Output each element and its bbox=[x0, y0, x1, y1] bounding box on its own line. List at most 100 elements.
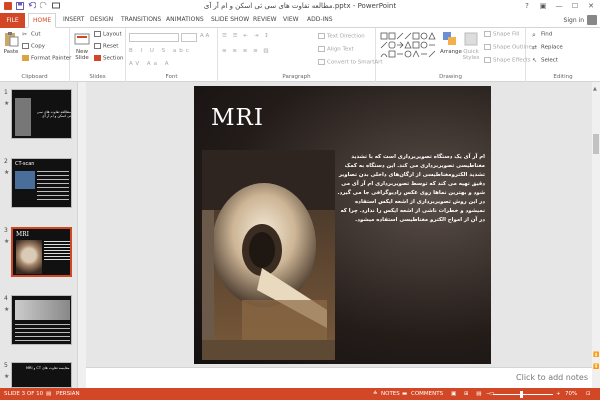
replace-icon: ⇄ bbox=[532, 44, 538, 51]
quick-styles-button[interactable]: Quick Styles bbox=[461, 31, 481, 61]
section-button[interactable]: Section bbox=[94, 55, 123, 62]
search-icon: ⌕ bbox=[532, 31, 536, 39]
cursor-icon: ↖ bbox=[532, 57, 538, 64]
font-style-buttons[interactable]: B I U S abc bbox=[129, 48, 192, 54]
title-bar: مطالعه تفاوت های سی تی اسکن و ام آر آی.p… bbox=[0, 0, 600, 13]
shapes-gallery[interactable] bbox=[380, 32, 438, 66]
language-indicator[interactable]: PERSIAN bbox=[56, 391, 80, 397]
notes-pane[interactable]: Click to add notes bbox=[86, 367, 592, 388]
thumb-number: 2 bbox=[4, 158, 8, 165]
tab-view[interactable]: VIEW bbox=[283, 16, 299, 23]
paragraph-group: ☰ ☰ ⇤ ⇥ ↕ ≡ ≡ ≡ ≡ ▥ Text Direction Align… bbox=[218, 28, 383, 82]
editing-group: ⌕ Find ⇄ Replace ↖ Select Editing bbox=[526, 28, 600, 82]
thumbnail-scrollbar[interactable] bbox=[78, 82, 86, 388]
thumb-title: MRI bbox=[16, 231, 30, 238]
animation-star-icon: ★ bbox=[4, 306, 10, 313]
notes-button-icon[interactable]: ≙ bbox=[373, 391, 378, 397]
zoom-slider-thumb[interactable] bbox=[520, 391, 523, 398]
animation-star-icon: ★ bbox=[4, 169, 10, 176]
tab-design[interactable]: DESIGN bbox=[90, 16, 113, 23]
new-slide-button[interactable]: New Slide bbox=[72, 31, 92, 61]
align-buttons[interactable]: ≡ ≡ ≡ ≡ ▥ bbox=[222, 48, 271, 54]
tab-transitions[interactable]: TRANSITIONS bbox=[121, 16, 161, 23]
notes-button[interactable]: NOTES bbox=[381, 391, 400, 397]
next-slide-icon[interactable]: ⏬ bbox=[593, 364, 599, 370]
language-indicator-icon[interactable]: ▤ bbox=[46, 391, 51, 397]
avatar[interactable] bbox=[587, 15, 597, 25]
shape-outline-button[interactable]: Shape Outline bbox=[484, 44, 532, 51]
reset-button[interactable]: Reset bbox=[94, 43, 118, 50]
slide-thumbnail-5[interactable]: مقایسه تفاوت های CT و MRI bbox=[11, 362, 72, 388]
comments-button-icon[interactable]: ▬ bbox=[402, 391, 407, 397]
new-slide-icon bbox=[74, 33, 90, 45]
slide-thumbnail-4[interactable] bbox=[11, 295, 72, 345]
scissors-icon: ✂ bbox=[22, 31, 28, 38]
font-color-buttons[interactable]: AV Aa A bbox=[129, 61, 172, 67]
slides-group-label: Slides bbox=[89, 74, 106, 80]
sign-in-link[interactable]: Sign in bbox=[564, 17, 584, 24]
slide-thumbnail-3[interactable]: MRI bbox=[11, 227, 72, 277]
convert-smartart-button[interactable]: Convert to SmartArt bbox=[318, 59, 383, 66]
select-button[interactable]: ↖ Select bbox=[532, 57, 558, 64]
thumb-text-lines bbox=[15, 324, 70, 342]
thumb-image bbox=[15, 171, 35, 189]
reset-icon bbox=[94, 43, 101, 49]
zoom-in-icon[interactable]: + bbox=[556, 391, 561, 397]
help-icon[interactable]: ? bbox=[520, 0, 534, 12]
previous-slide-icon[interactable]: ⏫ bbox=[593, 352, 599, 358]
tab-file[interactable]: FILE bbox=[0, 13, 25, 28]
window-controls: ? ▣ — ☐ ✕ bbox=[520, 0, 598, 12]
font-group-label: Font bbox=[165, 74, 178, 80]
shape-fill-button[interactable]: Shape Fill bbox=[484, 31, 519, 38]
thumb-title: مطالعه تفاوت های سی تی اسکن و ام آر آی bbox=[36, 110, 71, 118]
mri-machine-photo[interactable] bbox=[202, 150, 335, 360]
replace-button[interactable]: ⇄ Replace bbox=[532, 44, 563, 51]
tab-slideshow[interactable]: SLIDE SHOW bbox=[211, 16, 249, 23]
comments-button[interactable]: COMMENTS bbox=[411, 391, 443, 397]
status-bar: SLIDE 3 OF 10 ▤ PERSIAN ≙ NOTES ▬ COMMEN… bbox=[0, 388, 600, 400]
editing-group-label: Editing bbox=[553, 74, 573, 80]
tab-home[interactable]: HOME bbox=[28, 13, 57, 28]
ribbon-display-icon[interactable]: ▣ bbox=[536, 0, 550, 12]
thumb-image bbox=[15, 98, 31, 136]
slide-editing-area: MRI ام آر آی یک دستگاه تصویربرداری است ک… bbox=[86, 82, 592, 367]
font-size-combo[interactable] bbox=[181, 33, 197, 42]
tab-review[interactable]: REVIEW bbox=[253, 16, 277, 23]
layout-icon bbox=[94, 31, 101, 37]
arrange-button[interactable]: Arrange bbox=[440, 31, 462, 55]
slide-thumbnail-2[interactable]: CT-scan bbox=[11, 158, 72, 208]
format-painter-button[interactable]: Format Painter bbox=[22, 55, 71, 62]
shape-effects-button[interactable]: Shape Effects bbox=[484, 57, 531, 64]
thumb-number: 1 bbox=[4, 89, 8, 96]
text-direction-button[interactable]: Text Direction bbox=[318, 33, 365, 40]
scroll-thumb[interactable] bbox=[593, 134, 599, 154]
thumb-number: 3 bbox=[4, 227, 8, 234]
close-icon[interactable]: ✕ bbox=[584, 0, 598, 12]
tab-animations[interactable]: ANIMATIONS bbox=[166, 16, 204, 23]
maximize-icon[interactable]: ☐ bbox=[568, 0, 582, 12]
cut-button[interactable]: ✂ Cut bbox=[22, 31, 40, 38]
slide-title[interactable]: MRI bbox=[211, 105, 264, 131]
copy-button[interactable]: Copy bbox=[22, 43, 45, 50]
fit-to-window-icon[interactable]: ⊡ bbox=[586, 391, 591, 397]
find-button[interactable]: ⌕ Find bbox=[532, 31, 552, 39]
minimize-icon[interactable]: — bbox=[552, 0, 566, 12]
font-name-combo[interactable] bbox=[129, 33, 179, 42]
zoom-slider[interactable] bbox=[493, 394, 553, 395]
align-text-button[interactable]: Align Text bbox=[318, 46, 354, 53]
slide-body-text[interactable]: ام آر آی یک دستگاه تصویربرداری است که با… bbox=[337, 153, 485, 225]
quick-styles-icon bbox=[464, 32, 478, 46]
zoom-level[interactable]: 70% bbox=[565, 391, 577, 397]
list-buttons[interactable]: ☰ ☰ ⇤ ⇥ ↕ bbox=[222, 33, 271, 39]
grow-font-icon[interactable]: A A bbox=[200, 33, 209, 39]
scroll-up-icon[interactable]: ▲ bbox=[593, 86, 597, 92]
tab-insert[interactable]: INSERT bbox=[63, 16, 84, 23]
paste-button[interactable]: Paste bbox=[2, 31, 20, 55]
tab-addins[interactable]: ADD-INS bbox=[307, 16, 333, 23]
pen-icon bbox=[484, 44, 491, 50]
zoom-out-icon[interactable]: − bbox=[486, 391, 491, 397]
current-slide[interactable]: MRI ام آر آی یک دستگاه تصویربرداری است ک… bbox=[194, 86, 491, 364]
slide-thumbnail-1[interactable]: مطالعه تفاوت های سی تی اسکن و ام آر آی bbox=[11, 89, 72, 139]
vertical-scrollbar[interactable]: ▲ ⏫ ⏬ bbox=[592, 82, 600, 388]
layout-button[interactable]: Layout bbox=[94, 31, 122, 38]
